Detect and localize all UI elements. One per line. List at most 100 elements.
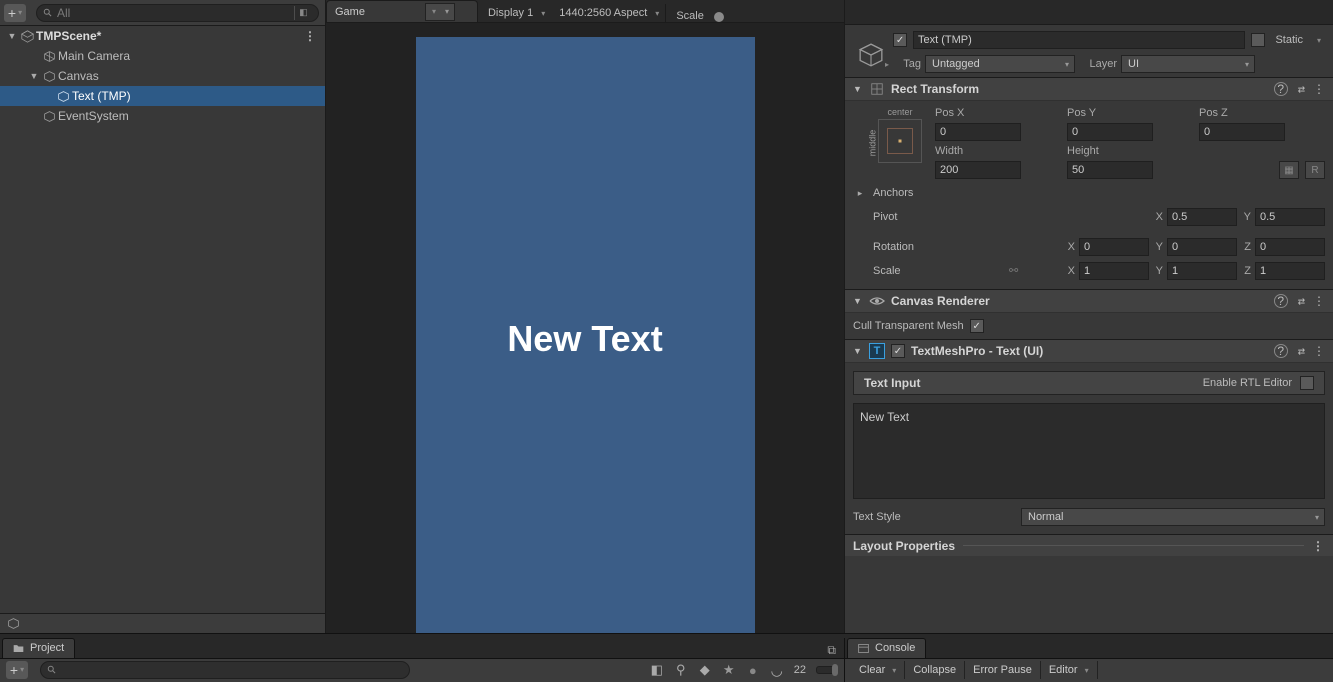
help-icon[interactable]: ? [1274, 344, 1288, 358]
tag-value: Untagged [932, 58, 980, 70]
raw-edit-button[interactable]: R [1305, 161, 1325, 179]
static-checkbox[interactable] [1251, 33, 1265, 47]
error-icon[interactable]: ● [744, 661, 762, 679]
blueprint-mode-button[interactable]: ▦ [1279, 161, 1299, 179]
scale-z-input[interactable] [1255, 262, 1325, 280]
anchor-preset-button[interactable]: center middle [873, 107, 927, 179]
foldout-icon[interactable]: ▼ [853, 346, 863, 356]
foldout-icon[interactable]: ▼ [853, 84, 863, 94]
posz-input[interactable] [1199, 123, 1285, 141]
collapse-button[interactable]: Collapse [905, 661, 965, 679]
width-input[interactable] [935, 161, 1021, 179]
layer-value: UI [1128, 58, 1139, 70]
foldout-icon[interactable]: ▼ [853, 296, 863, 306]
hidden-icon[interactable]: ◡ [768, 661, 786, 679]
favorite-icon[interactable]: ★ [720, 661, 738, 679]
pivot-y-input[interactable] [1255, 208, 1325, 226]
thumbnail-size-slider[interactable] [816, 666, 838, 674]
editor-dropdown[interactable]: Editor [1041, 661, 1098, 679]
display-dropdown[interactable]: Display 1 [480, 4, 551, 22]
tab-project[interactable]: Project [2, 638, 75, 658]
anchor-v-label: middle [867, 130, 877, 157]
dropdown-icon[interactable]: ▾ [425, 3, 455, 21]
help-icon[interactable]: ? [1274, 82, 1288, 96]
clear-button[interactable]: Clear [851, 661, 905, 679]
gameobject-icon [6, 616, 20, 630]
dropdown-icon[interactable]: ▸ [885, 60, 889, 69]
display-label: Display 1 [488, 7, 533, 19]
hierarchy-create-button[interactable]: + [4, 4, 26, 22]
constrain-link-icon[interactable]: ⚯ [1009, 264, 1023, 278]
static-dropdown-icon[interactable]: ▾ [1313, 36, 1325, 45]
anchors-label: Anchors [873, 187, 1003, 199]
scale-label: Scale [666, 10, 710, 22]
hierarchy-item-main-camera[interactable]: Main Camera [0, 46, 325, 66]
popout-icon[interactable]: ⧉ [827, 643, 836, 658]
component-menu-icon[interactable]: ⋮ [1313, 344, 1325, 358]
active-checkbox[interactable]: ✓ [893, 33, 907, 47]
hierarchy-item-canvas[interactable]: ▼ Canvas [0, 66, 325, 86]
component-header-textmeshpro[interactable]: ▼ T ✓ TextMeshPro - Text (UI) ? ⇄ ⋮ [845, 339, 1333, 363]
pivot-x-input[interactable] [1167, 208, 1237, 226]
tag-dropdown[interactable]: Untagged [925, 55, 1075, 73]
preset-icon[interactable]: ⇄ [1298, 344, 1303, 358]
project-create-button[interactable]: + [6, 661, 28, 679]
filter-by-type-icon[interactable]: ◆ [696, 661, 714, 679]
layout-properties-header[interactable]: Layout Properties ⋮ [845, 534, 1333, 556]
cull-checkbox[interactable]: ✓ [970, 319, 984, 333]
rotation-y-input[interactable] [1167, 238, 1237, 256]
preset-icon[interactable]: ⇄ [1298, 294, 1303, 308]
rotation-x-input[interactable] [1079, 238, 1149, 256]
gameobject-icon [42, 109, 56, 123]
game-preview-viewport: New Text [416, 37, 755, 641]
component-header-canvas-renderer[interactable]: ▼ Canvas Renderer ? ⇄ ⋮ [845, 289, 1333, 313]
gameobject-name-input[interactable] [913, 31, 1245, 49]
tab-console[interactable]: Console [847, 638, 926, 658]
tab-game[interactable]: Game ▾ [326, 0, 478, 22]
project-search-input[interactable] [40, 661, 410, 679]
scale-y-input[interactable] [1167, 262, 1237, 280]
foldout-icon[interactable]: ▸ [853, 188, 867, 199]
hierarchy-item-text-tmp[interactable]: Text (TMP) [0, 86, 325, 106]
help-icon[interactable]: ? [1274, 294, 1288, 308]
layer-dropdown[interactable]: UI [1121, 55, 1255, 73]
hierarchy-item-label: EventSystem [58, 109, 129, 123]
error-pause-button[interactable]: Error Pause [965, 661, 1041, 679]
tab-label: Game [335, 6, 365, 18]
component-menu-icon[interactable]: ⋮ [1313, 294, 1325, 308]
search-full-icon[interactable]: ◧ [648, 661, 666, 679]
search-type-icon[interactable]: ◧ [294, 6, 312, 20]
scene-menu-icon[interactable]: ⋮ [304, 29, 317, 43]
hierarchy-scene-row[interactable]: ▼ TMPScene* ⋮ [0, 26, 325, 46]
component-enable-checkbox[interactable]: ✓ [891, 344, 905, 358]
textmeshpro-icon: T [869, 343, 885, 359]
aspect-dropdown[interactable]: 1440:2560 Aspect [551, 4, 666, 22]
menu-icon[interactable]: ⋮ [1312, 539, 1325, 553]
foldout-icon[interactable]: ▼ [28, 71, 40, 81]
hierarchy-item-eventsystem[interactable]: EventSystem [0, 106, 325, 126]
component-menu-icon[interactable]: ⋮ [1313, 82, 1325, 96]
gameobject-icon[interactable] [855, 39, 887, 71]
inspector-panel: ▸ ✓ Static ▾ Tag Untagged Layer UI [845, 0, 1333, 633]
hierarchy-search-input[interactable]: All ◧ [36, 4, 319, 22]
filter-by-label-icon[interactable]: ⚲ [672, 661, 690, 679]
component-header-rect-transform[interactable]: ▼ Rect Transform ? ⇄ ⋮ [845, 77, 1333, 101]
preset-icon[interactable]: ⇄ [1298, 82, 1303, 96]
height-input[interactable] [1067, 161, 1153, 179]
rotation-z-input[interactable] [1255, 238, 1325, 256]
hierarchy-item-label: Canvas [58, 69, 99, 83]
scale-x-input[interactable] [1079, 262, 1149, 280]
component-title: Rect Transform [891, 82, 979, 96]
hierarchy-item-label: Text (TMP) [72, 89, 131, 103]
posz-label: Pos Z [1199, 107, 1325, 119]
text-input-label: Text Input [864, 376, 920, 390]
foldout-icon[interactable]: ▼ [6, 31, 18, 41]
layout-properties-label: Layout Properties [853, 539, 955, 553]
tmp-text-textarea[interactable] [853, 403, 1325, 499]
rtl-checkbox[interactable] [1300, 376, 1314, 390]
tab-label: Project [30, 642, 64, 654]
posy-input[interactable] [1067, 123, 1153, 141]
scale-slider-handle[interactable] [714, 12, 724, 22]
posx-input[interactable] [935, 123, 1021, 141]
text-style-dropdown[interactable]: Normal [1021, 508, 1325, 526]
